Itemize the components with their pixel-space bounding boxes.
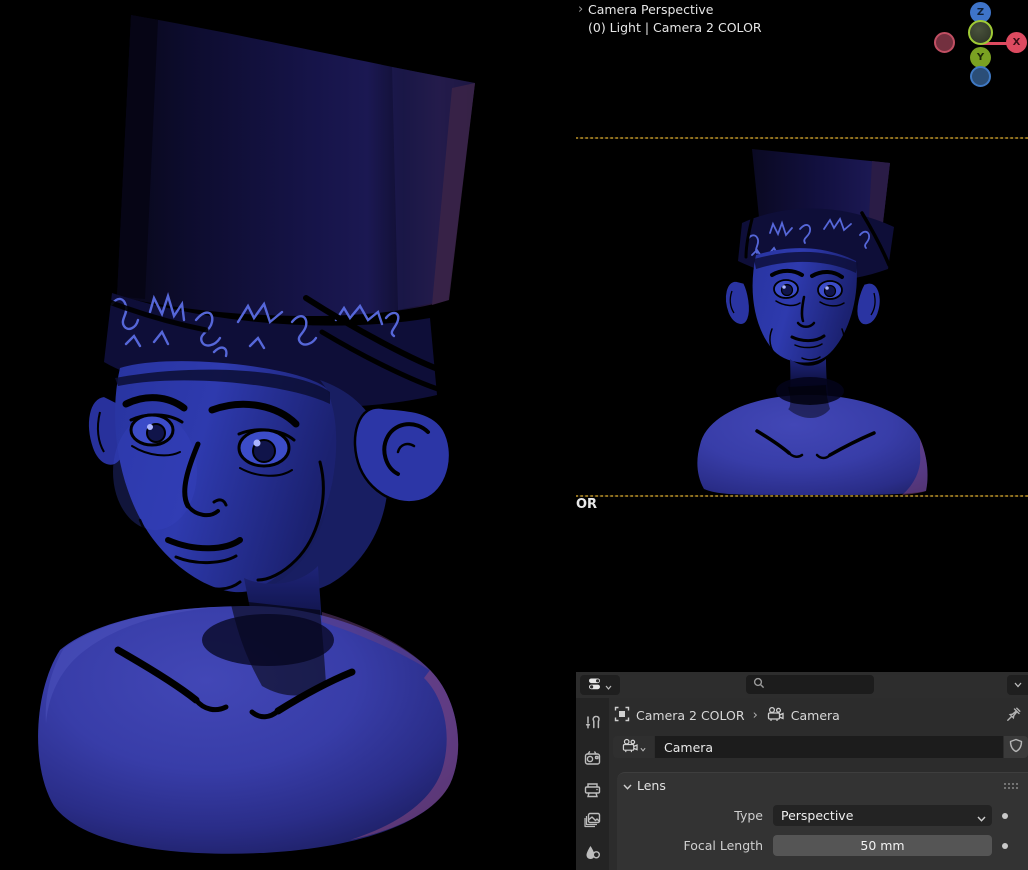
camera-frame — [576, 139, 1028, 495]
blender-window: › Camera Perspective (0) Light | Camera … — [0, 0, 1028, 870]
gizmo-view-axis-ball[interactable] — [968, 20, 993, 45]
character-bust-render-large — [0, 0, 576, 870]
gizmo-neg-x-ball[interactable] — [934, 32, 955, 53]
properties-editor: Camera 2 COLOR › Camera — [576, 670, 1028, 870]
animate-decorator-focal[interactable] — [1002, 843, 1008, 849]
breadcrumb: Camera 2 COLOR › Camera — [609, 702, 1028, 728]
tab-render[interactable] — [576, 744, 609, 772]
fake-user-shield-button[interactable] — [1004, 736, 1028, 758]
lens-panel: Lens Type Perspective — [617, 772, 1028, 870]
lens-type-value: Perspective — [781, 808, 853, 823]
lens-panel-header[interactable]: Lens — [617, 773, 1028, 798]
navigation-gizmo[interactable]: X Z Y — [576, 0, 1028, 92]
focal-length-slider[interactable]: 50 mm — [773, 835, 992, 856]
object-icon — [614, 706, 630, 725]
tab-scene[interactable] — [576, 838, 609, 866]
camera-name-field[interactable]: Camera — [655, 736, 1003, 758]
camera-data-icon — [621, 738, 639, 756]
chevron-down-icon — [640, 740, 646, 755]
gizmo-x-ball[interactable]: X — [1006, 32, 1027, 53]
chevron-down-icon — [605, 678, 612, 693]
tab-tool[interactable] — [576, 708, 609, 736]
search-input[interactable] — [746, 675, 874, 694]
lens-type-label: Type — [617, 808, 773, 823]
camera-name-value: Camera — [664, 740, 713, 755]
breadcrumb-data-name[interactable]: Camera — [791, 708, 840, 723]
gizmo-neg-z-ball[interactable] — [970, 66, 991, 87]
breadcrumb-object-name[interactable]: Camera 2 COLOR — [636, 708, 745, 723]
shield-icon — [1009, 738, 1023, 756]
lens-type-dropdown[interactable]: Perspective — [773, 805, 992, 826]
search-icon — [753, 677, 765, 692]
focal-length-label: Focal Length — [617, 838, 773, 853]
properties-tab-column — [576, 698, 609, 870]
camera-data-browse-button[interactable] — [613, 736, 654, 758]
camera-data-icon — [766, 706, 785, 725]
focal-length-value: 50 mm — [860, 838, 904, 853]
breadcrumb-separator: › — [753, 708, 758, 723]
viewport-3d-main[interactable] — [0, 0, 576, 870]
properties-main: Camera 2 COLOR › Camera — [609, 698, 1028, 870]
id-block-row: Camera — [613, 736, 1028, 758]
pin-icon[interactable] — [1006, 707, 1021, 725]
gizmo-y-ball[interactable]: Y — [970, 47, 991, 68]
chevron-down-icon — [977, 810, 986, 825]
clipped-overlay-text: OR — [576, 497, 597, 512]
lens-panel-title: Lens — [637, 778, 666, 793]
panel-drag-handle[interactable] — [1003, 780, 1019, 795]
chevron-down-icon — [623, 778, 632, 793]
tab-view-layer[interactable] — [576, 806, 609, 834]
camera-border-top — [576, 137, 1028, 139]
focal-length-row: Focal Length 50 mm — [617, 833, 1028, 858]
editor-type-button[interactable] — [580, 675, 620, 695]
lens-type-row: Type Perspective — [617, 803, 1028, 828]
animate-decorator-type[interactable] — [1002, 813, 1008, 819]
tab-output[interactable] — [576, 776, 609, 804]
header-menu-chevron-button[interactable] — [1007, 675, 1028, 695]
camera-border-bottom — [576, 495, 1028, 497]
properties-header — [576, 672, 1028, 698]
properties-editor-icon — [588, 677, 603, 694]
character-bust-render-small — [576, 139, 1028, 495]
viewport-3d-camera[interactable]: › Camera Perspective (0) Light | Camera … — [576, 0, 1028, 672]
